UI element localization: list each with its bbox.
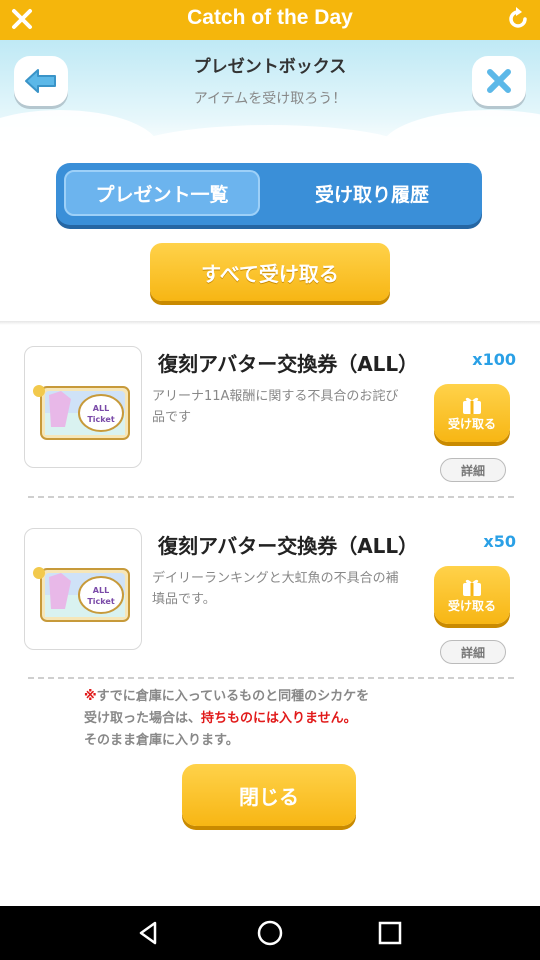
item-description: アリーナ11A報酬に関する不具合のお詫び品です <box>152 389 399 425</box>
claim-all-button[interactable]: すべて受け取る <box>150 243 390 301</box>
notice-text: ※すでに倉庫に入っているものと同種のシカケを 受け取った場合は、持ちものには入り… <box>84 686 444 752</box>
dotted-divider <box>28 677 514 679</box>
ticket-icon: ALL Ticket <box>33 567 130 622</box>
notice-line-3: そのまま倉庫に入ります。 <box>84 733 239 748</box>
gift-icon <box>463 579 481 596</box>
app-title: Catch of the Day <box>187 6 353 29</box>
close-icon <box>487 69 511 93</box>
dotted-divider <box>28 496 514 498</box>
list-item: ALL Ticket 復刻アバター交換券（ALL） x50 デイリーランキングと… <box>24 528 520 668</box>
notice-line: ※すでに倉庫に入っているものと同種のシカケを <box>84 686 444 708</box>
recents-square-icon[interactable] <box>374 917 406 949</box>
item-quantity: x100 <box>472 350 516 369</box>
home-circle-icon[interactable] <box>254 917 286 949</box>
tab-bar: プレゼント一覧 受け取り履歴 <box>56 163 482 225</box>
ticket-text: Ticket <box>87 597 114 606</box>
item-name: 復刻アバター交換券（ALL） <box>158 352 419 376</box>
present-box-header: プレゼントボックス アイテムを受け取ろう！ <box>0 40 540 152</box>
item-quantity: x50 <box>483 532 516 551</box>
notice-line: 受け取った場合は、持ちものには入りません。 <box>84 708 444 730</box>
tab-present-list[interactable]: プレゼント一覧 <box>64 170 260 216</box>
receive-label: 受け取る <box>447 416 496 431</box>
close-button[interactable] <box>472 56 526 106</box>
ticket-text: Ticket <box>87 415 114 424</box>
back-button[interactable] <box>14 56 68 106</box>
divider <box>0 321 540 325</box>
detail-button[interactable]: 詳細 <box>440 640 506 664</box>
cloud-decoration <box>380 110 540 152</box>
receive-label: 受け取る <box>447 598 496 613</box>
back-triangle-icon[interactable] <box>133 917 165 949</box>
item-description: デイリーランキングと大虹魚の不具合の補填品です。 <box>152 571 399 607</box>
ticket-thumbnail[interactable]: ALL Ticket <box>24 528 142 650</box>
reload-icon[interactable] <box>504 5 532 33</box>
page-title: プレゼントボックス <box>193 57 347 77</box>
receive-button[interactable]: 受け取る <box>434 384 510 442</box>
notice-line-1: すでに倉庫に入っているものと同種のシカケを <box>96 689 370 704</box>
ticket-icon: ALL Ticket <box>33 385 130 440</box>
ticket-text: ALL <box>93 404 109 413</box>
detail-button[interactable]: 詳細 <box>440 458 506 482</box>
back-arrow-icon <box>25 69 56 93</box>
page-subtitle: アイテムを受け取ろう！ <box>193 91 347 107</box>
notice-emphasis: 持ちものには入りません。 <box>201 711 357 726</box>
cloud-decoration <box>120 125 420 152</box>
ticket-text: ALL <box>93 586 109 595</box>
tab-receive-history[interactable]: 受け取り履歴 <box>270 170 474 216</box>
notice-mark: ※ <box>84 689 97 704</box>
item-name: 復刻アバター交換券（ALL） <box>158 534 419 558</box>
list-item: ALL Ticket 復刻アバター交換券（ALL） x100 アリーナ11A報酬… <box>24 346 520 486</box>
app-title-bar: Catch of the Day <box>0 0 540 40</box>
receive-button[interactable]: 受け取る <box>434 566 510 624</box>
ticket-thumbnail[interactable]: ALL Ticket <box>24 346 142 468</box>
gift-icon <box>463 397 481 414</box>
system-navigation-bar <box>0 906 540 960</box>
close-dialog-button[interactable]: 閉じる <box>182 764 356 826</box>
notice-line-2-prefix: 受け取った場合は、 <box>84 711 202 726</box>
